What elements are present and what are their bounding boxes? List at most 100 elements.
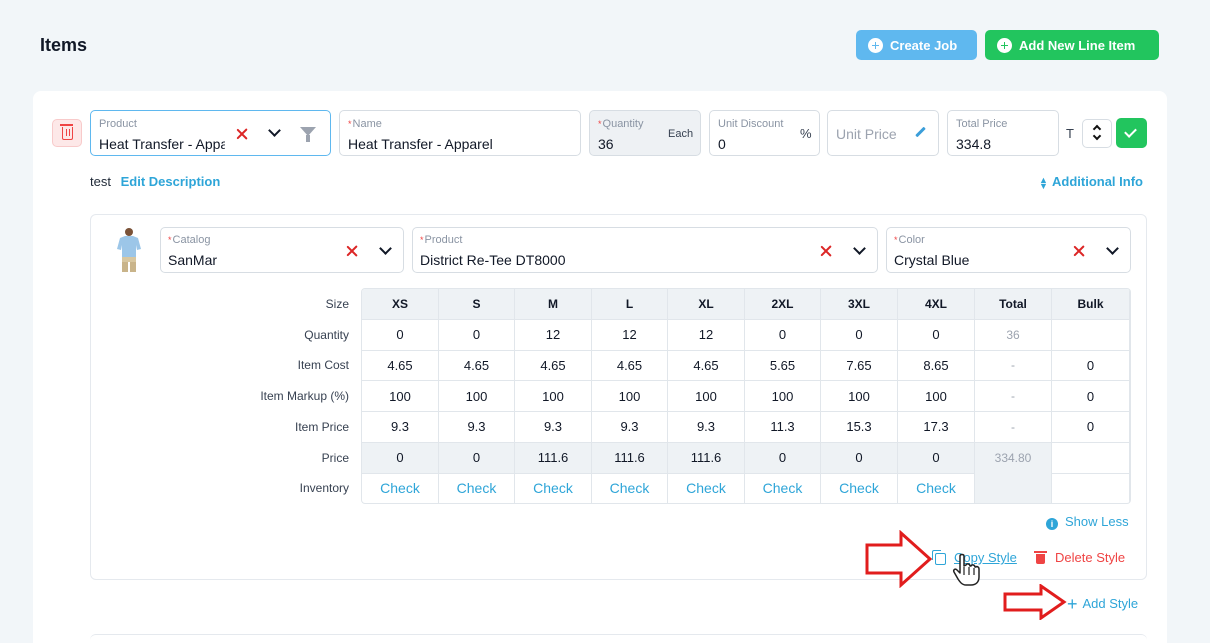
quantity-cell[interactable]: 12 [592,319,668,351]
chevron-down-icon[interactable] [853,242,866,255]
item-price-cell[interactable]: 9.3 [439,411,515,443]
percent-suffix: % [800,126,812,141]
price-cell: 111.6 [592,442,668,474]
plus-circle-icon [997,37,1012,53]
add-style-button[interactable]: + Add Style [1067,594,1138,615]
item-price-cell[interactable]: 15.3 [821,411,898,443]
item-markup-cell[interactable]: 100 [592,381,668,413]
quantity-cell[interactable]: 0 [821,319,898,351]
item-cost-cell[interactable]: 5.65 [745,350,821,382]
inventory-check-link[interactable]: Check [592,473,668,503]
chevron-down-icon[interactable] [1106,242,1119,255]
item-cost-cell[interactable]: 4.65 [668,350,745,382]
quantity-field: *Quantity 36 Each [589,110,701,156]
row-label: Size [325,297,349,311]
color-select[interactable]: *Color Crystal Blue [886,227,1131,273]
item-cost-cell[interactable]: 4.65 [439,350,515,382]
item-markup-cell[interactable]: 100 [439,381,515,413]
inventory-check-link[interactable]: Check [745,473,821,503]
size-header: M [515,289,592,320]
row-label: Quantity [304,327,349,342]
inventory-check-link[interactable]: Check [439,473,515,503]
item-markup-cell[interactable]: 100 [898,381,975,413]
item-markup-cell[interactable]: 100 [821,381,898,413]
additional-info-toggle[interactable]: ▲ ▼ Additional Info [1039,174,1143,190]
unit-discount-field[interactable]: Unit Discount 0 % [709,110,820,156]
bulk-cell[interactable]: 0 [1052,381,1130,413]
collapse-toggle-button[interactable] [1082,119,1112,148]
quantity-cell[interactable]: 12 [668,319,745,351]
product-select[interactable]: Product Heat Transfer - Appa [90,110,331,156]
item-cost-cell[interactable]: 7.65 [821,350,898,382]
catalog-select[interactable]: *Catalog SanMar [160,227,404,273]
total-header: Total [975,289,1052,320]
name-field[interactable]: *Name Heat Transfer - Apparel [339,110,581,156]
inventory-check-link[interactable]: Check [898,473,975,503]
size-header: 3XL [821,289,898,320]
edit-description-link[interactable]: Edit Description [121,174,221,189]
item-price-cell[interactable]: 17.3 [898,411,975,443]
item-cost-cell[interactable]: 4.65 [515,350,592,382]
chevron-down-icon[interactable] [379,242,392,255]
chevron-down-icon[interactable] [268,124,281,137]
clear-icon[interactable] [819,244,833,258]
size-header: XS [362,289,439,320]
quantity-cell[interactable]: 0 [898,319,975,351]
inventory-check-link[interactable]: Check [515,473,592,503]
size-header: 2XL [745,289,821,320]
quantity-cell[interactable]: 0 [362,319,439,351]
create-job-button[interactable]: Create Job [856,30,977,60]
additional-info-label: Additional Info [1052,174,1143,189]
quantity-cell[interactable]: 0 [745,319,821,351]
clear-icon[interactable] [1072,244,1086,258]
size-grid: XS S M L XL 2XL 3XL 4XL Total Bulk 0 0 12 12 12 0 0 0 36 4.… [361,288,1131,504]
add-new-line-item-button[interactable]: Add New Line Item [985,30,1159,60]
pencil-icon[interactable] [915,126,926,138]
item-markup-cell[interactable]: 100 [362,381,439,413]
unit-discount-label: Unit Discount [718,118,784,130]
row-label: Inventory [299,481,349,496]
total-price-field[interactable]: Total Price 334.8 [947,110,1059,156]
price-cell: 0 [898,442,975,474]
inventory-check-link[interactable]: Check [821,473,898,503]
item-markup-cell[interactable]: 100 [668,381,745,413]
bulk-cell[interactable]: 0 [1052,411,1130,443]
item-cost-cell[interactable]: 8.65 [898,350,975,382]
add-line-item-label: Add New Line Item [1019,37,1136,53]
bulk-cell [1052,442,1130,474]
item-price-cell[interactable]: 9.3 [592,411,668,443]
price-cell: 0 [821,442,898,474]
quantity-cell[interactable]: 12 [515,319,592,351]
clear-icon[interactable] [235,127,249,141]
bulk-cell [1052,319,1130,351]
required-marker: * [598,119,602,129]
total-price-value: 334.8 [956,136,992,152]
bulk-cell[interactable]: 0 [1052,350,1130,382]
inventory-check-link[interactable]: Check [362,473,439,503]
unit-price-field[interactable]: Unit Price [827,110,939,156]
item-cost-cell[interactable]: 4.65 [362,350,439,382]
item-markup-cell[interactable]: 100 [515,381,592,413]
save-line-item-button[interactable] [1116,118,1147,148]
delete-line-item-button[interactable] [52,119,82,147]
product-thumbnail [117,228,141,272]
style-product-select[interactable]: *Product District Re-Tee DT8000 [412,227,878,273]
item-price-cell[interactable]: 11.3 [745,411,821,443]
clear-icon[interactable] [345,244,359,258]
price-cell: 0 [362,442,439,474]
show-less-toggle[interactable]: i Show Less [1046,514,1129,530]
size-header: L [592,289,668,320]
delete-style-button[interactable]: Delete Style [1034,550,1125,565]
item-price-cell[interactable]: 9.3 [515,411,592,443]
item-price-cell[interactable]: 9.3 [362,411,439,443]
total-price-label: Total Price [956,118,1008,130]
total-cell: - [975,411,1052,443]
item-markup-cell[interactable]: 100 [745,381,821,413]
create-job-label: Create Job [890,37,958,53]
quantity-cell[interactable]: 0 [439,319,515,351]
bulk-header: Bulk [1052,289,1130,320]
inventory-check-link[interactable]: Check [668,473,745,503]
filter-icon[interactable] [300,127,316,142]
item-price-cell[interactable]: 9.3 [668,411,745,443]
item-cost-cell[interactable]: 4.65 [592,350,668,382]
